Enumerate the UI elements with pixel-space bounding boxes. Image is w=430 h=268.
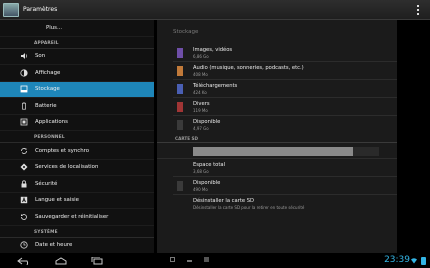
sd-usage-fill — [193, 147, 353, 156]
storage-row-misc[interactable]: Divers 119 Mo — [157, 98, 397, 115]
section-header-systeme: SYSTÈME — [0, 226, 154, 238]
sidebar-item-batterie[interactable]: Batterie — [0, 98, 154, 115]
storage-row-images[interactable]: Images, vidéos 6,86 Go — [157, 44, 397, 61]
breadcrumb: Stockage — [173, 29, 199, 35]
sd-row-total: Espace total 3,68 Go — [157, 159, 397, 176]
storage-row-size: 424 Ko — [193, 90, 207, 95]
sidebar-item-label: Date et heure — [35, 242, 73, 249]
backup-icon — [20, 213, 28, 221]
status-clock[interactable]: 23:39 — [384, 255, 410, 265]
storage-row-available: Disponible 4,97 Go — [157, 116, 397, 133]
storage-pane: Stockage Images, vidéos 6,86 Go Audio (m… — [154, 20, 430, 253]
storage-row-title: Disponible — [193, 180, 221, 186]
page-title: Paramètres — [23, 6, 58, 13]
storage-icon — [20, 85, 28, 93]
sd-usage-bar — [157, 143, 397, 159]
overflow-menu-icon[interactable] — [417, 5, 420, 15]
sidebar-item-langue[interactable]: Langue et saisie — [0, 193, 154, 209]
sidebar-item-stockage[interactable]: Stockage — [0, 81, 154, 98]
home-icon — [55, 256, 67, 264]
debug-icon — [204, 257, 209, 262]
section-header-personnel: PERSONNEL — [0, 131, 154, 143]
storage-row-size: 6,86 Go — [193, 54, 209, 59]
storage-row-title: Disponible — [193, 119, 221, 125]
sd-row-available: Disponible 490 Mo — [157, 177, 397, 194]
category-color-swatch — [177, 48, 183, 58]
storage-row-description: Désinstaller la carte SD pour la retirer… — [193, 205, 305, 210]
sidebar-item-label: Sauvegarder et réinitialiser — [35, 213, 109, 220]
sidebar-item-label: Son — [35, 53, 46, 60]
sidebar-item-label: Affichage — [35, 69, 61, 76]
storage-row-title: Audio (musique, sonneries, podcasts, etc… — [193, 65, 304, 71]
back-button[interactable] — [14, 256, 36, 266]
apps-icon — [20, 118, 28, 126]
storage-row-downloads[interactable]: Téléchargements 424 Ko — [157, 80, 397, 97]
storage-panel: Stockage Images, vidéos 6,86 Go Audio (m… — [157, 20, 397, 253]
storage-row-title: Téléchargements — [193, 83, 238, 89]
storage-row-title: Images, vidéos — [193, 47, 233, 53]
clock-icon — [20, 241, 28, 249]
download-icon — [187, 257, 192, 262]
sidebar-item-comptes[interactable]: Comptes et synchro — [0, 143, 154, 160]
sidebar-item-plus[interactable]: Plus... — [0, 20, 154, 37]
sidebar-item-date[interactable]: Date et heure — [0, 238, 154, 254]
sidebar-item-label: Langue et saisie — [35, 197, 79, 204]
system-nav-bar: 23:39 — [0, 253, 430, 268]
category-color-swatch — [177, 181, 183, 191]
sidebar-item-label: Plus... — [46, 24, 63, 31]
sd-card-header: CARTE SD — [157, 133, 397, 143]
settings-sidebar: Plus... APPAREIL Son Affichage Stockage — [0, 20, 154, 253]
location-icon — [20, 163, 28, 171]
sidebar-item-label: Batterie — [35, 102, 57, 109]
sidebar-item-sauvegarder[interactable]: Sauvegarder et réinitialiser — [0, 209, 154, 226]
notification-icons[interactable] — [170, 257, 209, 262]
category-color-swatch — [177, 120, 183, 130]
recents-button[interactable] — [86, 256, 108, 266]
storage-row-title: Espace total — [193, 162, 226, 168]
storage-row-size: 4,97 Go — [193, 126, 209, 131]
storage-row-size: 119 Mo — [193, 108, 208, 113]
action-bar: Paramètres — [0, 0, 430, 20]
sidebar-item-localisation[interactable]: Services de localisation — [0, 160, 154, 176]
sd-usage-track — [193, 147, 379, 156]
sidebar-item-label: Services de localisation — [35, 164, 99, 171]
sidebar-item-label: Sécurité — [35, 180, 58, 187]
usb-icon — [170, 257, 175, 262]
storage-row-size: 490 Mo — [193, 187, 208, 192]
language-icon — [20, 196, 28, 204]
battery-icon — [20, 102, 28, 110]
category-color-swatch — [177, 84, 183, 94]
storage-row-size: 3,68 Go — [193, 169, 209, 174]
sidebar-item-applications[interactable]: Applications — [0, 115, 154, 131]
unmount-sd-button[interactable]: Désinstaller la carte SD Désinstaller la… — [157, 195, 397, 212]
sync-icon — [20, 147, 28, 155]
settings-app: Paramètres Plus... APPAREIL Son Affichag… — [0, 0, 430, 268]
sidebar-item-affichage[interactable]: Affichage — [0, 65, 154, 82]
sidebar-item-label: Comptes et synchro — [35, 147, 90, 154]
battery-status-icon — [421, 257, 426, 265]
back-icon — [17, 257, 29, 265]
storage-row-title: Désinstaller la carte SD — [193, 198, 254, 204]
sidebar-item-securite[interactable]: Sécurité — [0, 176, 154, 193]
recent-apps-icon — [91, 256, 103, 264]
sidebar-item-label: Stockage — [35, 86, 60, 93]
category-color-swatch — [177, 66, 183, 76]
wifi-icon — [411, 257, 417, 264]
brightness-icon — [20, 69, 28, 77]
sidebar-item-son[interactable]: Son — [0, 49, 154, 65]
section-header-appareil: APPAREIL — [0, 37, 154, 49]
settings-app-icon[interactable] — [3, 2, 19, 17]
lock-icon — [20, 180, 28, 188]
storage-row-audio[interactable]: Audio (musique, sonneries, podcasts, etc… — [157, 62, 397, 79]
home-button[interactable] — [50, 256, 72, 266]
sidebar-item-label: Applications — [35, 119, 68, 126]
volume-icon — [20, 52, 28, 60]
storage-row-size: 408 Mo — [193, 72, 208, 77]
category-color-swatch — [177, 102, 183, 112]
storage-row-title: Divers — [193, 101, 210, 107]
